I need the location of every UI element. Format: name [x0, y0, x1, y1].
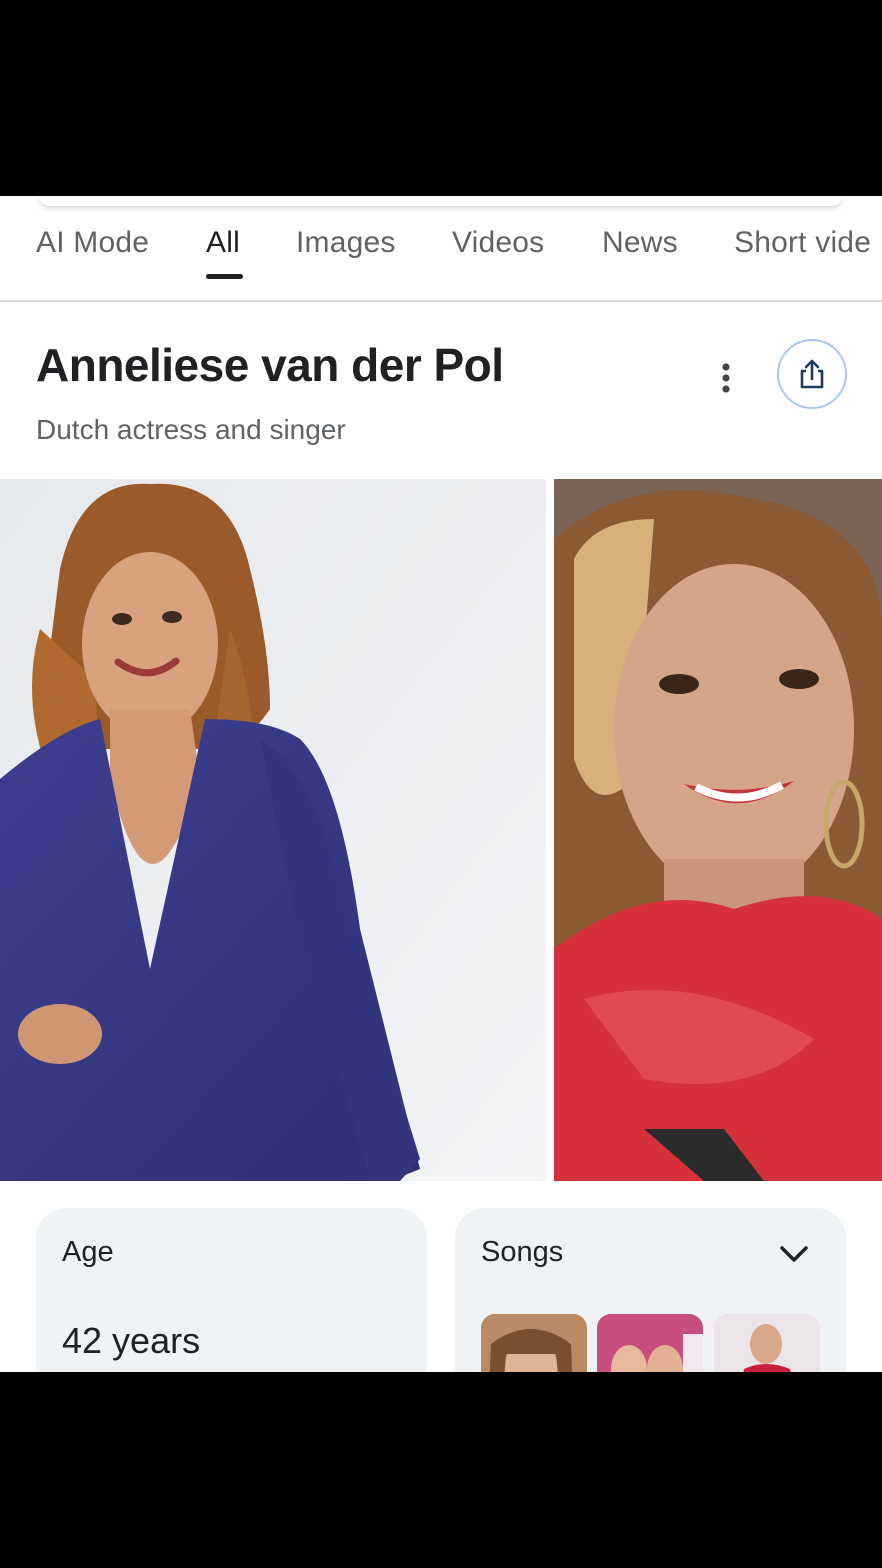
- age-label: Age: [62, 1236, 114, 1268]
- songs-label: Songs: [481, 1236, 564, 1268]
- song-thumbnail-2[interactable]: [597, 1314, 703, 1372]
- share-button[interactable]: [777, 339, 847, 409]
- age-card[interactable]: Age 42 years: [36, 1208, 427, 1372]
- portrait-photo-red-scarf: [554, 479, 882, 1181]
- navigation-bar-area: [0, 1372, 882, 1568]
- tab-news[interactable]: News: [602, 226, 678, 260]
- tab-short-videos[interactable]: Short vide: [734, 226, 871, 260]
- page-subtitle: Dutch actress and singer: [36, 414, 346, 445]
- status-bar-area: [0, 0, 882, 196]
- knowledge-panel-image-2[interactable]: [554, 479, 882, 1181]
- more-options-button[interactable]: [702, 348, 750, 408]
- tab-images[interactable]: Images: [296, 226, 396, 260]
- more-vert-icon: [722, 363, 730, 393]
- tab-all[interactable]: All: [206, 226, 240, 260]
- song-thumbnail-1[interactable]: [481, 1314, 587, 1372]
- tab-videos[interactable]: Videos: [452, 226, 544, 260]
- song-thumbnail-image-3: [714, 1314, 820, 1372]
- share-icon: [800, 359, 824, 389]
- search-results-page: AI Mode All Images Videos News Short vid…: [0, 196, 882, 1372]
- age-value: 42 years: [62, 1320, 201, 1361]
- songs-card[interactable]: Songs: [455, 1208, 846, 1372]
- search-tabs: AI Mode All Images Videos News Short vid…: [0, 196, 882, 302]
- tab-ai-mode[interactable]: AI Mode: [36, 226, 149, 260]
- screen: AI Mode All Images Videos News Short vid…: [0, 0, 882, 1568]
- knowledge-panel-image-1[interactable]: [0, 479, 546, 1181]
- page-title: Anneliese van der Pol: [36, 339, 504, 391]
- song-thumbnail-image-2: [597, 1314, 703, 1372]
- chevron-down-icon[interactable]: [778, 1242, 810, 1266]
- portrait-photo-blue-dress: [0, 479, 546, 1181]
- active-tab-indicator: [206, 274, 243, 279]
- song-thumbnail-3[interactable]: [714, 1314, 820, 1372]
- song-thumbnail-image-1: [481, 1314, 587, 1372]
